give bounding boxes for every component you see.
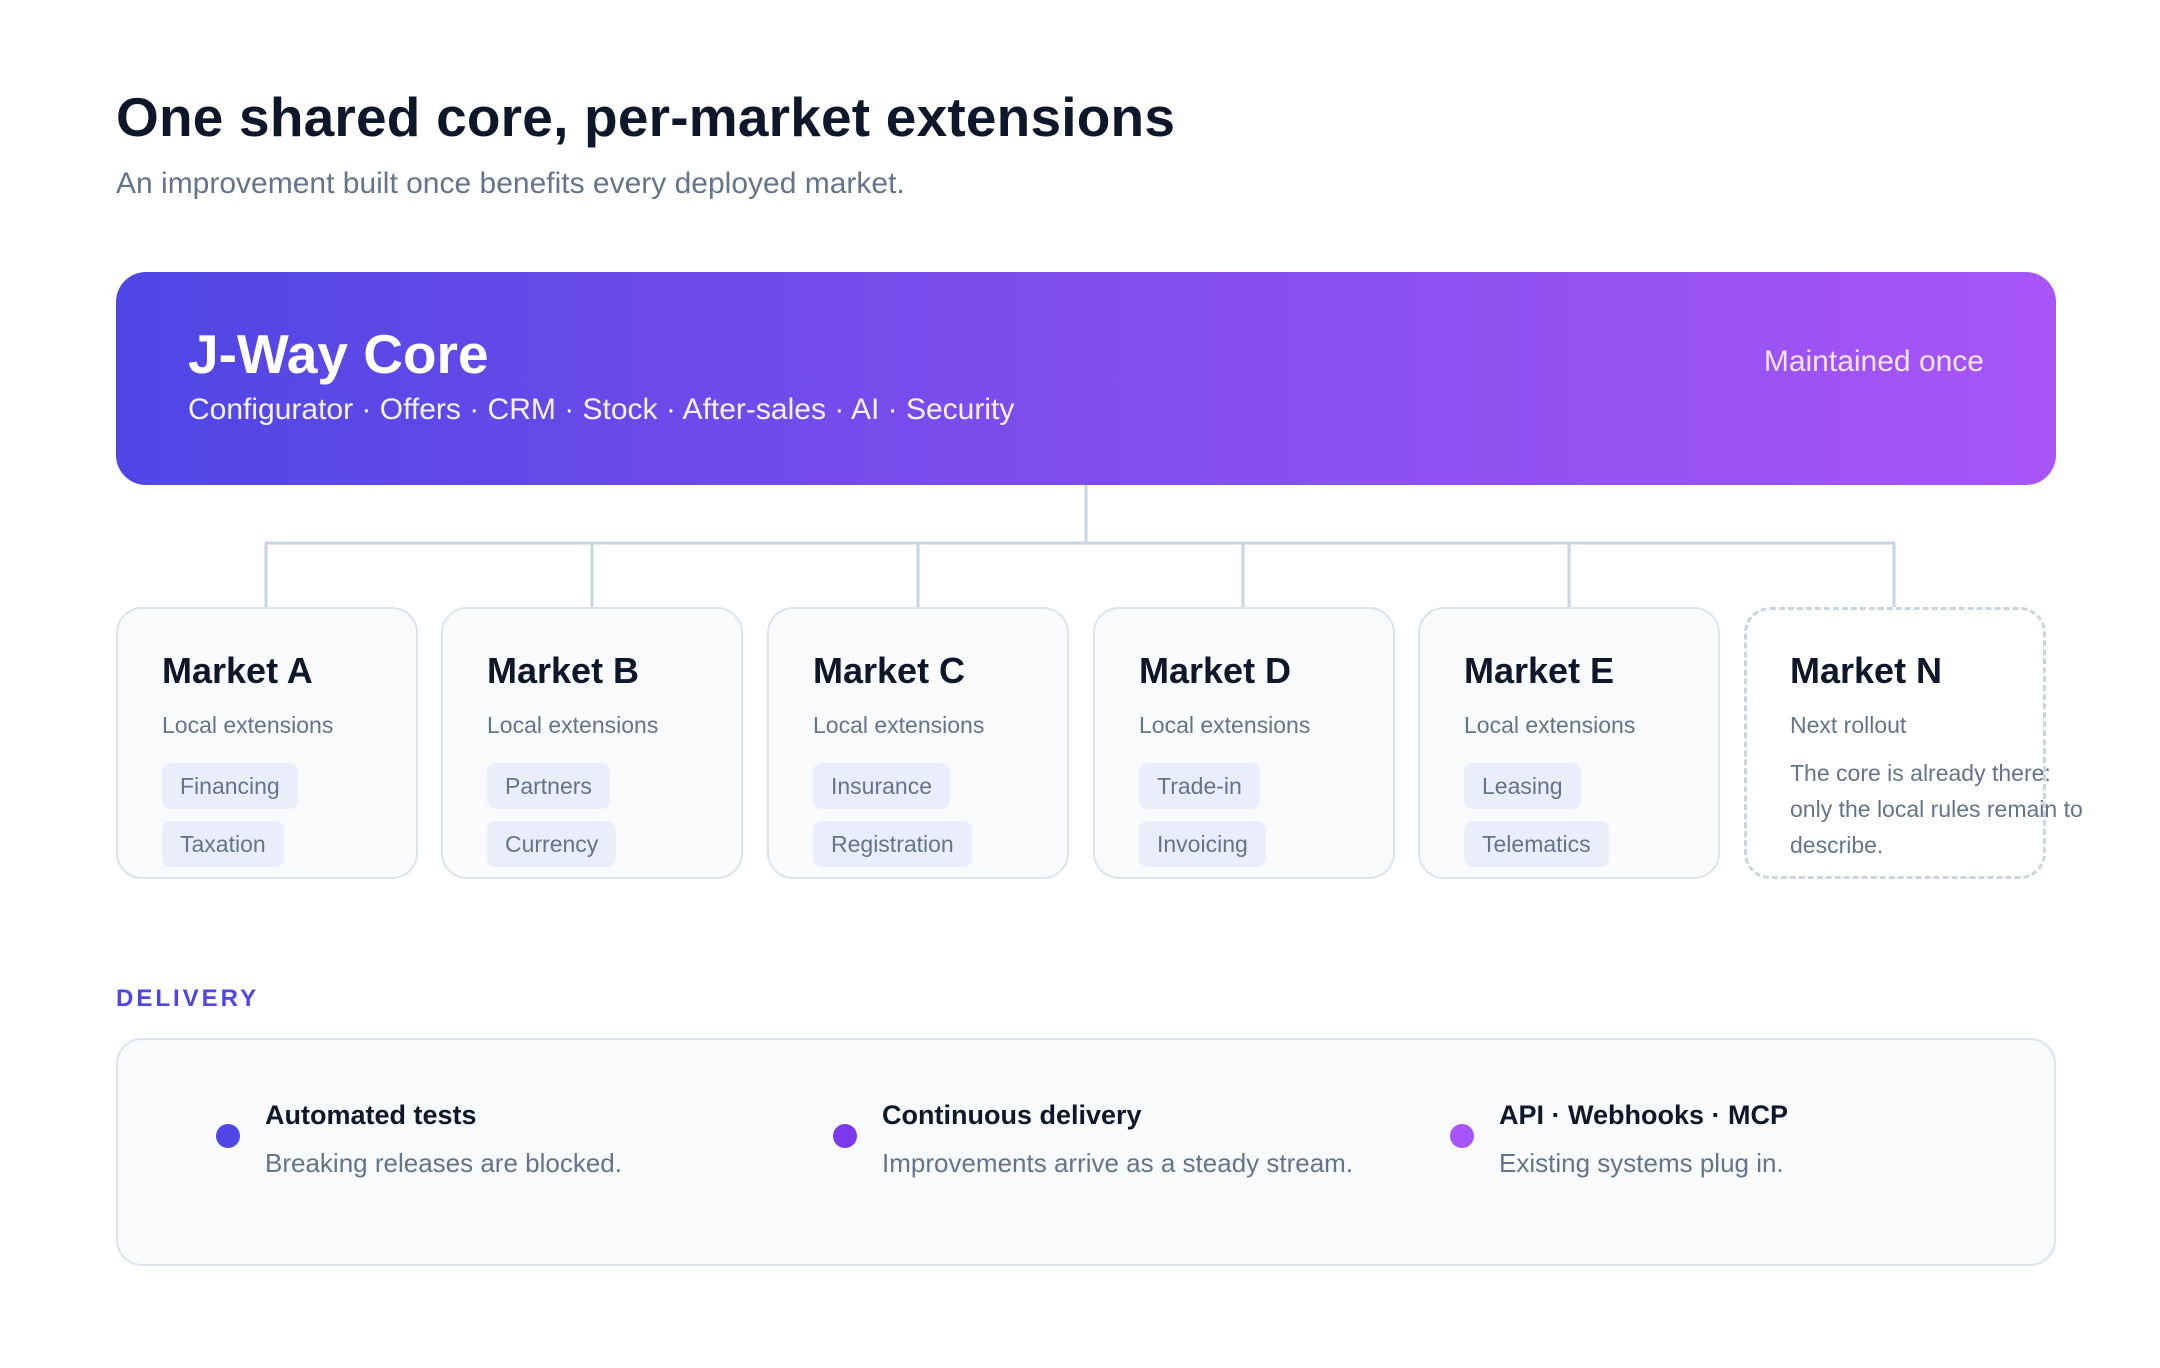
page-subtitle: An improvement built once benefits every… [116, 167, 905, 200]
market-name: Market N [1790, 650, 1943, 691]
delivery-item-description: Breaking releases are blocked. [265, 1148, 622, 1178]
market-card-n: Market N Next rollout The core is alread… [1744, 607, 2083, 879]
delivery-section-label: DELIVERY [116, 985, 260, 1012]
market-subtitle: Local extensions [1464, 712, 1636, 738]
core-modules: Configurator · Offers · CRM · Stock · Af… [188, 393, 1015, 426]
extension-chip: Financing [162, 763, 298, 809]
market-name: Market D [1139, 650, 1292, 691]
delivery-item-title: API · Webhooks · MCP [1499, 1100, 1789, 1130]
extension-chip: Telematics [1464, 821, 1609, 867]
delivery-item-title: Continuous delivery [882, 1100, 1142, 1130]
bullet-dot-icon [216, 1124, 240, 1148]
page-title: One shared core, per-market extensions [116, 86, 1176, 148]
market-card-b: Market B Local extensions Partners Curre… [441, 607, 743, 879]
core-maintained-note: Maintained once [1763, 345, 1984, 378]
market-name: Market C [813, 650, 966, 691]
market-card-c: Market C Local extensions Insurance Regi… [767, 607, 1069, 879]
core-title: J-Way Core [188, 323, 489, 385]
extension-chip: Trade-in [1139, 763, 1260, 809]
market-name: Market E [1464, 650, 1615, 691]
market-subtitle: Next rollout [1790, 712, 1907, 738]
market-card-a: Market A Local extensions Financing Taxa… [116, 607, 418, 879]
extension-chip: Invoicing [1139, 821, 1266, 867]
bullet-dot-icon [833, 1124, 857, 1148]
extension-chip: Registration [813, 821, 972, 867]
delivery-item-description: Existing systems plug in. [1499, 1148, 1784, 1178]
market-subtitle: Local extensions [813, 712, 985, 738]
market-subtitle: Local extensions [1139, 712, 1311, 738]
delivery-item-title: Automated tests [265, 1100, 477, 1130]
extension-chip: Taxation [162, 821, 284, 867]
extension-chip: Currency [487, 821, 617, 867]
extension-chip: Leasing [1464, 763, 1581, 809]
market-subtitle: Local extensions [487, 712, 659, 738]
market-name: Market A [162, 650, 313, 691]
extension-chip: Partners [487, 763, 610, 809]
delivery-item-description: Improvements arrive as a steady stream. [882, 1148, 1354, 1178]
market-card-d: Market D Local extensions Trade-in Invoi… [1093, 607, 1395, 879]
market-subtitle: Local extensions [162, 712, 334, 738]
extension-chip: Insurance [813, 763, 951, 809]
market-card-e: Market E Local extensions Leasing Telema… [1418, 607, 1720, 879]
bullet-dot-icon [1450, 1124, 1474, 1148]
market-description: The core is already there: only the loca… [1790, 760, 2083, 858]
market-name: Market B [487, 650, 640, 691]
